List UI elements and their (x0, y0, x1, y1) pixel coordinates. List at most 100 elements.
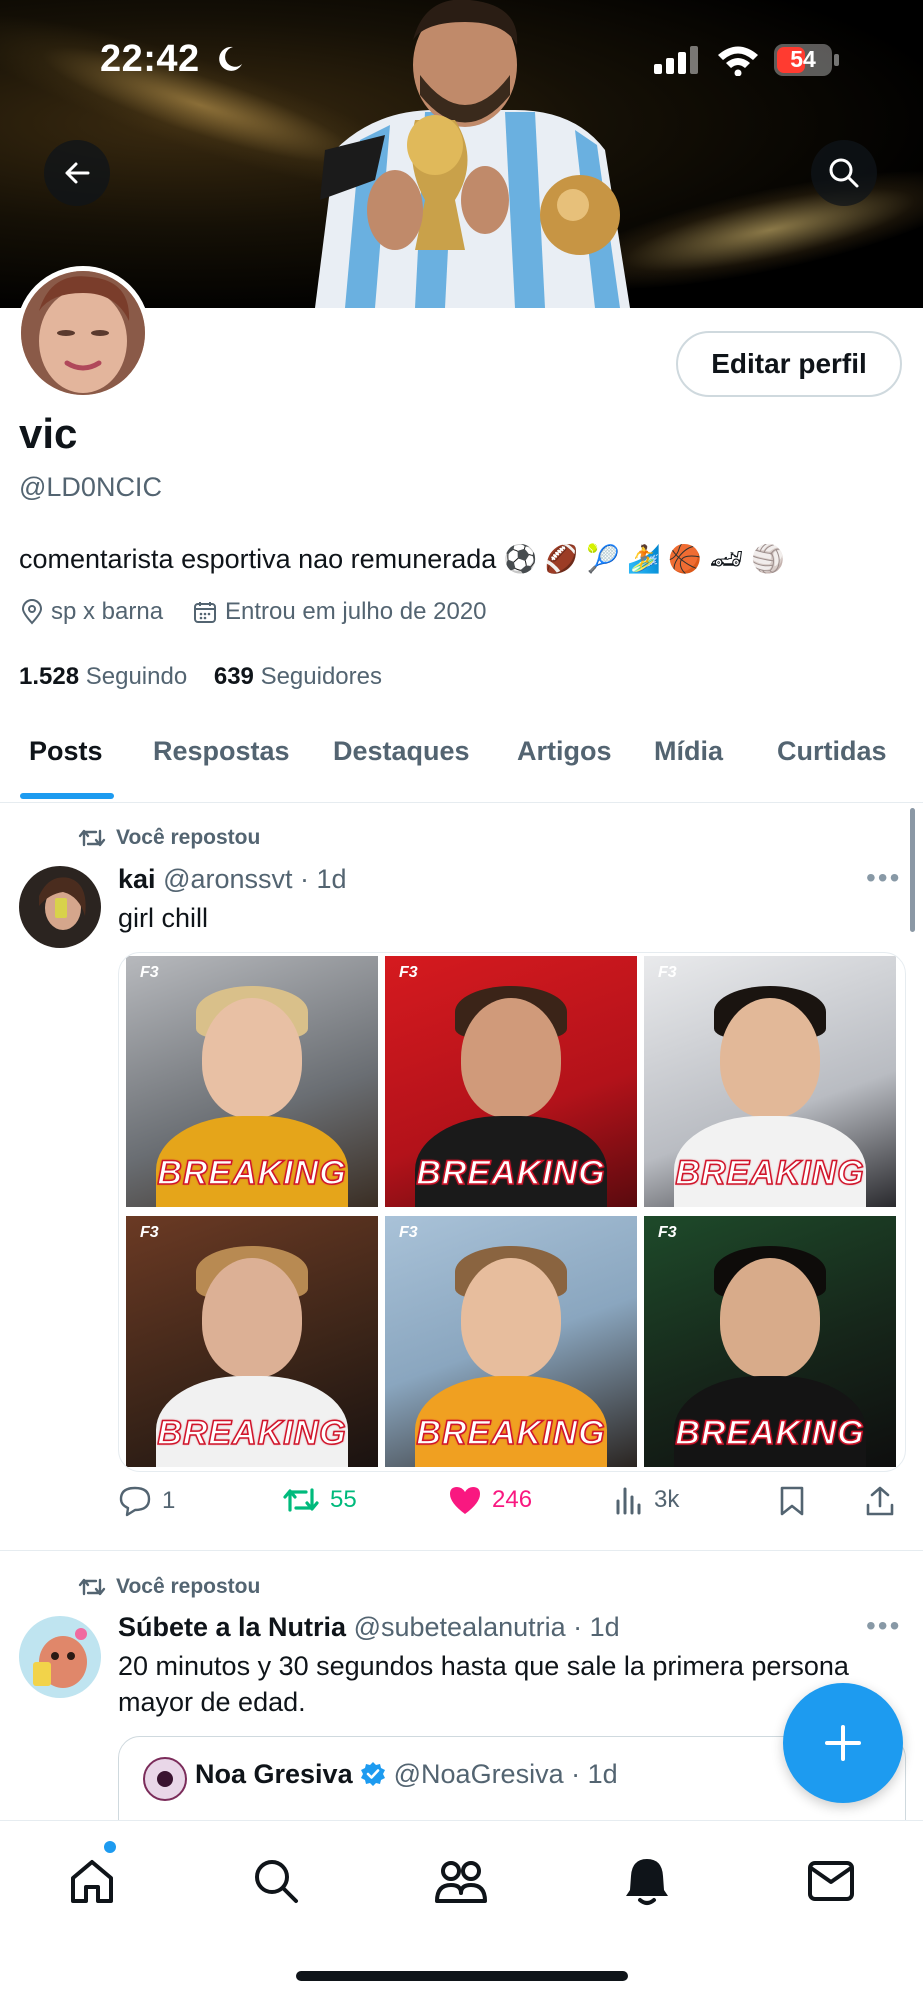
post-header: Súbete a la Nutria @subetealanutria · 1d (118, 1612, 620, 1643)
repost-count: 55 (330, 1486, 357, 1513)
location-text: sp x barna (51, 598, 164, 625)
calendar-icon (194, 602, 216, 623)
breaking-caption: BREAKING (675, 1413, 865, 1453)
post-image-grid[interactable]: F3 BREAKING F3 BREAKING F3 BREAKING F3 B… (118, 952, 906, 1472)
edit-profile-button[interactable]: Editar perfil (676, 331, 902, 397)
post-image[interactable]: F3 BREAKING (126, 1216, 378, 1467)
profile-avatar[interactable] (16, 266, 150, 400)
nav-communities[interactable] (431, 1851, 491, 1911)
post-text: 20 minutos y 30 segundos hasta que sale … (118, 1651, 849, 1717)
back-button[interactable] (44, 140, 110, 206)
author-photo (19, 866, 101, 948)
post-image[interactable]: F3 BREAKING (126, 956, 378, 1207)
f3-logo: F3 (399, 1224, 418, 1241)
followers-label: Seguidores (260, 663, 382, 690)
more-icon[interactable]: ••• (866, 862, 901, 894)
post-author-name[interactable]: kai (118, 864, 156, 894)
tab-curtidas[interactable]: Curtidas (777, 736, 887, 767)
messages-icon (808, 1861, 854, 1901)
post-image[interactable]: F3 BREAKING (385, 956, 637, 1207)
battery-icon: 54 (774, 44, 840, 76)
post-author-avatar[interactable] (19, 866, 101, 948)
author-photo (19, 1616, 101, 1698)
search-button[interactable] (811, 140, 877, 206)
profile-handle: @LD0NCIC (19, 472, 162, 502)
followers-link[interactable]: 639 Seguidores (214, 663, 382, 690)
post-author-name[interactable]: Súbete a la Nutria (118, 1612, 346, 1642)
post-image[interactable]: F3 BREAKING (644, 956, 896, 1207)
like-button[interactable]: 246 (448, 1485, 532, 1515)
followers-count: 639 (213, 663, 254, 690)
more-icon[interactable]: ••• (866, 1610, 901, 1642)
post-author-handle[interactable]: @aronssvt (163, 864, 292, 894)
tab-midia[interactable]: Mídia (654, 736, 723, 767)
tab-respostas[interactable]: Respostas (153, 736, 290, 767)
battery-level: 54 (790, 46, 816, 72)
post-author-avatar[interactable] (19, 1616, 101, 1698)
following-count: 1.528 (19, 663, 80, 690)
post-divider (0, 1550, 923, 1551)
signal-icon (654, 46, 698, 74)
tab-destaques[interactable]: Destaques (333, 736, 470, 767)
home-unread-dot (104, 1841, 116, 1853)
profile-name: vic (19, 410, 78, 457)
bookmark-icon (780, 1486, 804, 1516)
views-count: 3k (654, 1486, 680, 1513)
back-arrow-icon (65, 162, 90, 184)
post-time: · 1d (300, 864, 347, 894)
quoted-author-avatar (143, 1757, 187, 1801)
following-link[interactable]: 1.528 Seguindo (19, 663, 187, 690)
post-actions: 1 55 246 3k (118, 1485, 904, 1525)
f3-logo: F3 (140, 964, 159, 981)
profile-location: sp x barna (21, 598, 163, 626)
post-time: · 1d (573, 1612, 620, 1642)
breaking-caption: BREAKING (416, 1413, 606, 1453)
breaking-caption: BREAKING (157, 1153, 347, 1193)
post-image[interactable]: F3 BREAKING (385, 1216, 637, 1467)
nav-notifications[interactable] (617, 1851, 677, 1911)
quoted-author-name: Noa Gresiva (195, 1759, 353, 1789)
status-time: 22:42 (100, 38, 200, 80)
f3-logo: F3 (140, 1224, 159, 1241)
communities-icon (435, 1861, 487, 1903)
share-button[interactable] (864, 1485, 896, 1517)
scrollbar[interactable] (910, 808, 915, 932)
repost-icon (78, 1578, 106, 1596)
like-icon (450, 1487, 480, 1514)
follow-counts: 1.528 Seguindo 639 Seguidores (19, 663, 382, 691)
post-text: girl chill (118, 903, 209, 933)
nav-messages[interactable] (801, 1851, 861, 1911)
breaking-caption: BREAKING (675, 1153, 865, 1193)
verified-badge-icon (361, 1762, 386, 1786)
following-label: Seguindo (85, 663, 188, 690)
wifi-icon (718, 46, 758, 76)
nav-explore[interactable] (246, 1851, 306, 1911)
repost-indicator: Você repostou (78, 1575, 260, 1599)
breaking-caption: BREAKING (416, 1153, 606, 1193)
bookmark-button[interactable] (778, 1485, 806, 1517)
repost-label: Você repostou (116, 1575, 261, 1598)
views-button[interactable]: 3k (614, 1485, 679, 1515)
like-count: 246 (492, 1486, 533, 1513)
post-author-handle[interactable]: @subetealanutria (354, 1612, 566, 1642)
explore-icon (255, 1860, 298, 1903)
repost-button[interactable]: 55 (282, 1485, 357, 1515)
profile-bio: comentarista esportiva nao remunerada ⚽ … (19, 544, 785, 574)
post-image[interactable]: F3 BREAKING (644, 1216, 896, 1467)
tab-posts[interactable]: Posts (29, 736, 103, 767)
share-icon (866, 1486, 894, 1516)
f3-logo: F3 (658, 964, 677, 981)
avatar-photo (21, 271, 145, 395)
home-indicator[interactable] (296, 1971, 628, 1981)
repost-icon (78, 829, 106, 847)
quoted-author-handle: @NoaGresiva (393, 1759, 564, 1789)
compose-post-button[interactable] (783, 1683, 903, 1803)
repost-icon (283, 1488, 319, 1512)
quoted-post-header: Noa Gresiva @NoaGresiva · 1d (195, 1759, 618, 1790)
tab-artigos[interactable]: Artigos (517, 736, 612, 767)
repost-label: Você repostou (116, 826, 261, 849)
nav-home[interactable] (62, 1851, 122, 1911)
reply-button[interactable]: 1 (118, 1485, 175, 1517)
profile-tabs: Posts Respostas Destaques Artigos Mídia … (0, 700, 923, 803)
reply-count: 1 (162, 1487, 176, 1514)
